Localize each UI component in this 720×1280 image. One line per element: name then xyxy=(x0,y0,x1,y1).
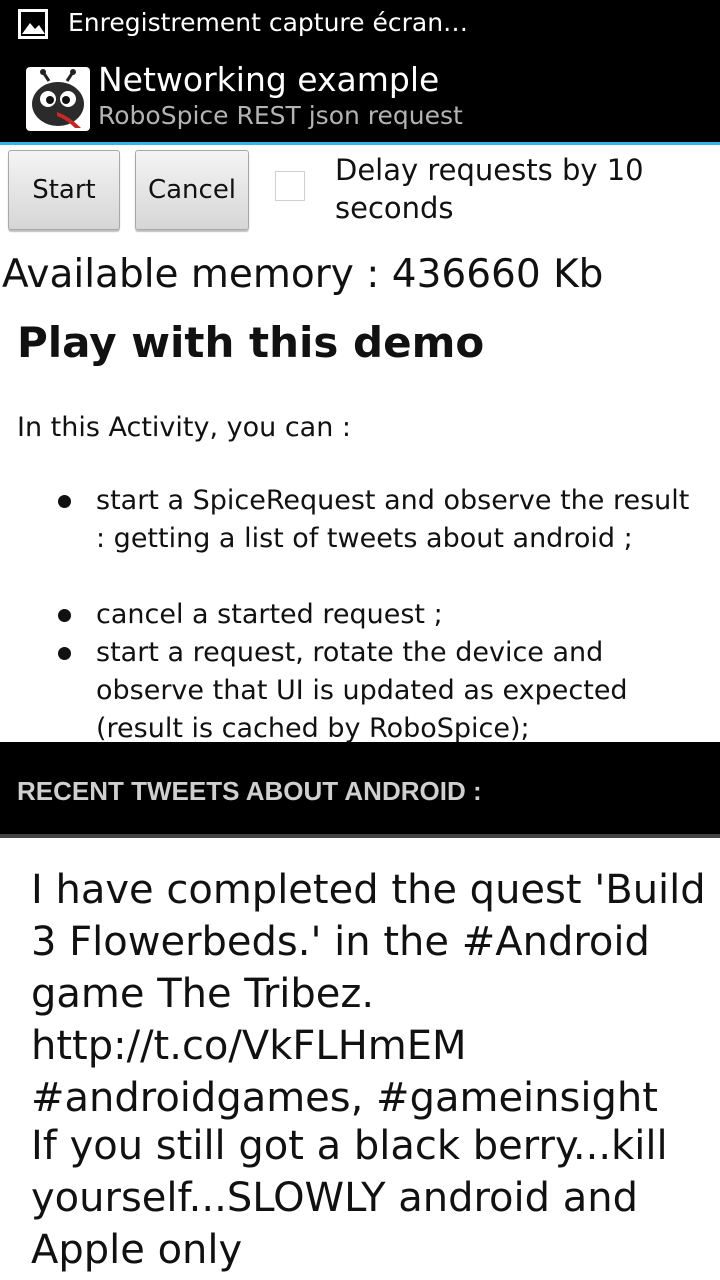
bullet-dot xyxy=(58,495,71,508)
tweet-item[interactable]: I have completed the quest 'Build 3 Flow… xyxy=(31,864,720,1124)
demo-title: Play with this demo xyxy=(17,318,485,367)
bullet-dot xyxy=(58,609,71,622)
available-memory-text: Available memory : 436660 Kb xyxy=(2,252,604,297)
app-subtitle: RoboSpice REST json request xyxy=(98,101,463,130)
start-button[interactable]: Start xyxy=(8,150,120,230)
tweet-item[interactable]: If you still got a black berry...kill yo… xyxy=(31,1120,720,1276)
demo-intro: In this Activity, you can : xyxy=(17,412,352,443)
status-notification-text: Enregistrement capture écran… xyxy=(68,8,469,37)
app-title: Networking example xyxy=(98,60,440,99)
demo-bullet-list[interactable]: start a SpiceRequest and observe the res… xyxy=(0,480,720,742)
list-item: start a SpiceRequest and observe the res… xyxy=(58,482,706,558)
bullet-text: start a request, rotate the device and o… xyxy=(96,637,628,742)
bullet-dot xyxy=(58,647,71,660)
cancel-button[interactable]: Cancel xyxy=(135,150,249,230)
list-item: cancel a started request ; xyxy=(58,596,706,634)
bullet-text: cancel a started request ; xyxy=(96,599,443,630)
delay-requests-checkbox[interactable] xyxy=(275,171,305,201)
delay-requests-label[interactable]: Delay requests by 10 seconds xyxy=(335,151,695,227)
image-icon xyxy=(18,9,48,39)
tweets-header-label: RECENT TWEETS ABOUT ANDROID : xyxy=(17,776,482,806)
bullet-text: start a SpiceRequest and observe the res… xyxy=(96,485,690,554)
list-item: start a request, rotate the device and o… xyxy=(58,634,706,742)
robospice-logo-icon[interactable] xyxy=(25,66,91,132)
